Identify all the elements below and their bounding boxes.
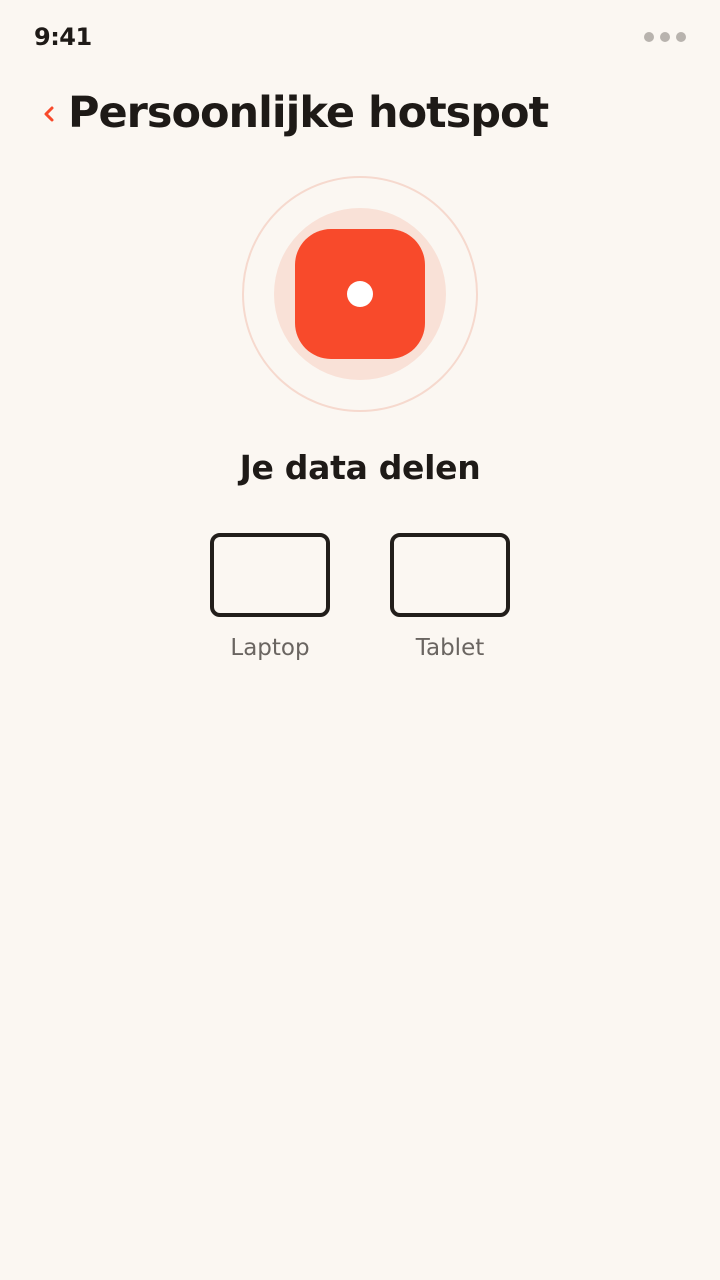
tablet-icon [390, 533, 510, 617]
more-options-icon [644, 32, 686, 42]
status-time: 9:41 [34, 23, 92, 51]
back-button[interactable] [36, 100, 62, 128]
chevron-left-icon [44, 106, 54, 122]
device-label: Tablet [415, 635, 485, 661]
status-bar: 9:41 [0, 0, 720, 74]
dot [676, 32, 686, 42]
page-title: Persoonlijke hotspot [68, 88, 549, 138]
dot [660, 32, 670, 42]
hotspot-icon [347, 281, 373, 307]
hotspot-visual [242, 176, 478, 412]
device-label: Laptop [230, 635, 310, 661]
hotspot-toggle-button[interactable] [295, 229, 425, 359]
device-tablet[interactable]: Tablet [380, 533, 520, 662]
laptop-icon [210, 533, 330, 617]
header: Persoonlijke hotspot [0, 84, 720, 144]
device-laptop[interactable]: Laptop [200, 533, 340, 662]
share-heading: Je data delen [239, 448, 481, 487]
dot [644, 32, 654, 42]
